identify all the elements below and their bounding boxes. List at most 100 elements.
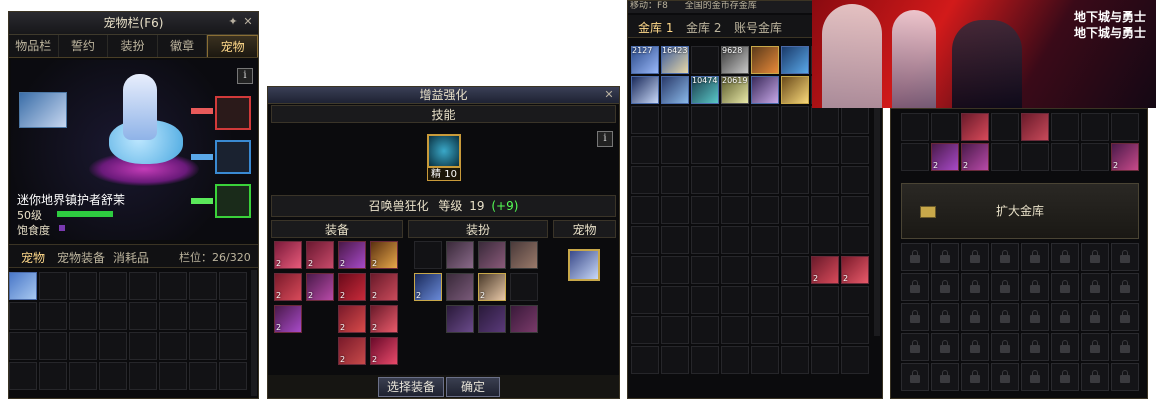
vault-slot[interactable] — [811, 226, 839, 254]
vault-slot[interactable] — [631, 106, 659, 134]
vault-item[interactable] — [661, 76, 689, 104]
vault-slot[interactable] — [841, 166, 869, 194]
vault-slot[interactable] — [661, 256, 689, 284]
vault-slot[interactable] — [661, 106, 689, 134]
expand-vault-bar[interactable]: 扩大金库 — [901, 183, 1139, 239]
equipment-item[interactable]: 2 — [306, 241, 334, 269]
vault-slot[interactable] — [721, 316, 749, 344]
inventory-slot[interactable] — [9, 362, 37, 390]
pet-item-1[interactable] — [9, 272, 37, 300]
inventory-slot[interactable] — [189, 272, 217, 300]
inventory-slot[interactable] — [9, 302, 37, 330]
vault-slot[interactable] — [661, 286, 689, 314]
vault-slot[interactable] — [751, 256, 779, 284]
inventory-slot[interactable] — [219, 272, 247, 300]
vault-slot[interactable] — [781, 256, 809, 284]
vault-slot[interactable] — [781, 316, 809, 344]
inventory-slot[interactable] — [129, 362, 157, 390]
inventory-slot[interactable] — [99, 362, 127, 390]
scrollbar[interactable] — [251, 270, 257, 396]
avatar-slot[interactable] — [510, 273, 538, 301]
vault-slot[interactable] — [751, 316, 779, 344]
inventory-slot[interactable] — [39, 332, 67, 360]
vault-slot[interactable] — [991, 143, 1019, 171]
vault-slot[interactable] — [901, 143, 929, 171]
inventory-slot[interactable] — [219, 362, 247, 390]
vault-slot[interactable] — [631, 286, 659, 314]
vault-slot[interactable] — [661, 316, 689, 344]
vault-slot[interactable] — [691, 196, 719, 224]
info-icon[interactable]: i — [597, 131, 613, 147]
vault-slot[interactable] — [721, 196, 749, 224]
vault-slot[interactable] — [1081, 113, 1109, 141]
pet-equip-slot-3[interactable] — [215, 184, 251, 218]
vault-slot[interactable] — [661, 226, 689, 254]
equipment-item[interactable]: 2 — [370, 241, 398, 269]
vault-slot[interactable] — [751, 136, 779, 164]
vault-item[interactable]: 16423 — [661, 46, 689, 74]
vault-slot[interactable] — [781, 286, 809, 314]
expand-vault-button[interactable]: 扩大金库 — [902, 202, 1138, 219]
vault-slot[interactable] — [661, 136, 689, 164]
vault-slot[interactable] — [1111, 113, 1139, 141]
inventory-slot[interactable] — [219, 302, 247, 330]
vault-item[interactable]: 2 — [1111, 143, 1139, 171]
skill-icon[interactable] — [427, 134, 461, 168]
vault-slot[interactable] — [691, 46, 719, 74]
vault-item[interactable] — [961, 113, 989, 141]
inventory-slot[interactable] — [129, 272, 157, 300]
vault-item[interactable] — [781, 46, 809, 74]
tab-inventory[interactable]: 物品栏 — [9, 35, 59, 57]
tab-account-vault[interactable]: 账号金库 — [734, 19, 782, 36]
vault-slot[interactable] — [721, 286, 749, 314]
tab-pet[interactable]: 宠物 — [207, 35, 258, 57]
vault-slot[interactable] — [751, 286, 779, 314]
avatar-item[interactable] — [446, 305, 474, 333]
inventory-slot[interactable] — [129, 302, 157, 330]
avatar-item[interactable] — [446, 241, 474, 269]
inventory-slot[interactable] — [39, 302, 67, 330]
vault-slot[interactable] — [751, 196, 779, 224]
inventory-slot[interactable] — [159, 272, 187, 300]
equipment-item[interactable]: 2 — [274, 241, 302, 269]
avatar-item[interactable] — [510, 305, 538, 333]
vault-slot[interactable] — [811, 286, 839, 314]
vault-slot[interactable] — [841, 346, 869, 374]
inventory-slot[interactable] — [159, 362, 187, 390]
vault-item[interactable]: 2 — [841, 256, 869, 284]
avatar-item[interactable]: 2 — [478, 273, 506, 301]
inventory-slot[interactable] — [189, 362, 217, 390]
inventory-slot[interactable] — [39, 362, 67, 390]
tab-avatar[interactable]: 装扮 — [108, 35, 158, 57]
vault-slot[interactable] — [631, 256, 659, 284]
vault-slot[interactable] — [691, 286, 719, 314]
pin-icon[interactable]: ✦ — [226, 14, 240, 30]
equipment-item[interactable]: 2 — [338, 337, 366, 365]
vault-slot[interactable] — [1051, 143, 1079, 171]
vault-slot[interactable] — [811, 316, 839, 344]
vault-item[interactable]: 2 — [811, 256, 839, 284]
vault-item[interactable]: 20619 — [721, 76, 749, 104]
tab-emblem[interactable]: 徽章 — [158, 35, 208, 57]
avatar-item[interactable] — [446, 273, 474, 301]
vault-slot[interactable] — [691, 136, 719, 164]
equipment-item[interactable]: 2 — [370, 273, 398, 301]
vault-slot[interactable] — [781, 106, 809, 134]
equipment-item[interactable]: 2 — [306, 273, 334, 301]
vault-slot[interactable] — [1051, 113, 1079, 141]
avatar-slot[interactable] — [414, 241, 442, 269]
vault-slot[interactable] — [841, 316, 869, 344]
inventory-slot[interactable] — [69, 362, 97, 390]
tab-vault-1[interactable]: 金库 1 — [638, 19, 673, 36]
vault-slot[interactable] — [781, 166, 809, 194]
equipment-item[interactable]: 2 — [274, 305, 302, 333]
vault-slot[interactable] — [811, 346, 839, 374]
vault-slot[interactable] — [721, 346, 749, 374]
vault-slot[interactable] — [781, 346, 809, 374]
equipment-item[interactable]: 2 — [338, 273, 366, 301]
inventory-slot[interactable] — [219, 332, 247, 360]
inventory-slot[interactable] — [159, 332, 187, 360]
avatar-item[interactable] — [510, 241, 538, 269]
vault-item[interactable]: 10474 — [691, 76, 719, 104]
vault-slot[interactable] — [721, 226, 749, 254]
